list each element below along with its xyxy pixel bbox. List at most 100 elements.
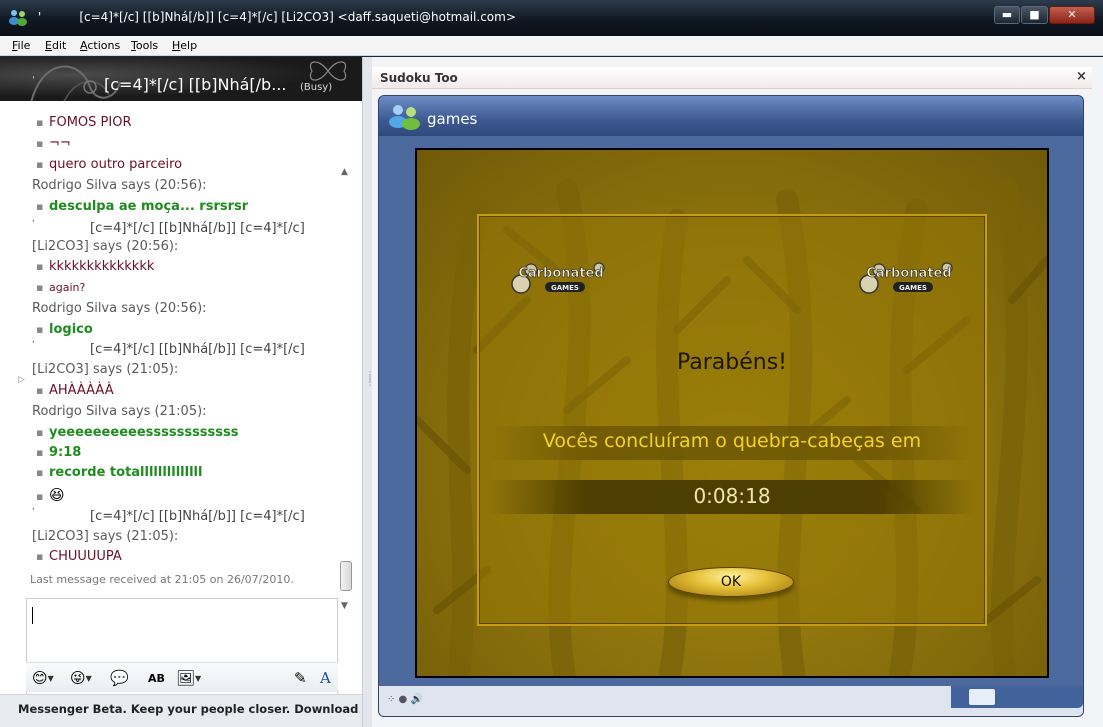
butterfly-decoration-icon	[309, 61, 347, 81]
menu-edit[interactable]: Edit	[45, 39, 66, 52]
sender-line: Rodrigo Silva says (20:56):	[32, 301, 207, 316]
contact-card-icon[interactable]	[969, 689, 995, 705]
chat-history: ▪ FOMOS PIOR ▪ ¬¬ ▪ quero outro parceiro Rodri…	[0, 115, 340, 585]
message-toolbar: 😊▼ 😜▼ 💬 AB 🖼▼ ✎ A	[26, 662, 338, 692]
contact-name: [c=4]*[/c] [[b]Nhá[/b...	[104, 75, 287, 94]
wink-icon[interactable]: 😜▼	[70, 669, 92, 687]
chat-scrollbar[interactable]: ▲ ▼	[339, 167, 353, 625]
window-title-bar[interactable]: ' [c=4]*[/c] [[b]Nhá[/b]] [c=4]*[/c] [Li2…	[0, 0, 1103, 36]
nudge-icon[interactable]: 💬	[110, 669, 129, 687]
games-bar: games	[379, 96, 1083, 136]
bullet-icon: ▪	[36, 200, 44, 213]
bullet-icon: ▪	[36, 446, 44, 459]
emoticon-icon[interactable]: 😊▼	[32, 669, 54, 687]
logo-text-top: Carbonated	[866, 266, 951, 281]
menu-help[interactable]: Help	[172, 39, 197, 52]
bullet-icon: ▪	[36, 384, 44, 397]
font-spell-icon[interactable]: AB	[148, 672, 165, 685]
message-text: desculpa ae moça... rsrsrsr	[49, 199, 249, 214]
dialog-message: Vocês concluíram o quebra-cabeças em	[542, 430, 922, 452]
ok-button[interactable]: OK	[668, 567, 794, 597]
message-text: recorde totallllllllllllll	[49, 465, 203, 480]
handwriting-icon[interactable]: ✎	[294, 669, 307, 687]
close-activity-icon[interactable]: ×	[1076, 69, 1087, 84]
window-title: ' [c=4]*[/c] [[b]Nhá[/b]] [c=4]*[/c] [Li2…	[38, 10, 516, 24]
nick-prefix: '	[32, 507, 35, 517]
scroll-thumb[interactable]	[340, 561, 352, 591]
text-caret	[32, 607, 33, 624]
chat-message: ▪ CHUUUUPA	[36, 549, 122, 567]
chat-message: ▪ kkkkkkkkkkkkkk	[36, 259, 154, 277]
menu-tools[interactable]: Tools	[131, 39, 158, 52]
dialog-title: Parabéns!	[676, 350, 787, 375]
nick-prefix: '	[32, 340, 35, 350]
bullet-icon: ▪	[36, 281, 44, 294]
games-footer: ⁘ ● 🔊	[379, 686, 1083, 716]
chat-message: ▪ logico	[36, 322, 93, 340]
completion-time: 0:08:18	[693, 484, 771, 508]
minimize-button[interactable]: ▬	[994, 6, 1020, 24]
game-area[interactable]: Carbonated GAMES Carbonated GAMES Parabé…	[415, 148, 1049, 678]
menu-actions[interactable]: Actions	[80, 39, 120, 52]
sender-line: Rodrigo Silva says (21:05):	[32, 404, 207, 419]
bullet-icon: ▪	[36, 137, 44, 150]
menu-bar: File Edit Actions Tools Help	[0, 36, 1103, 56]
logo-text-top: Carbonated	[518, 266, 603, 281]
message-text: quero outro parceiro	[49, 157, 183, 172]
footer-controls-icon[interactable]: ⁘ ● 🔊	[387, 694, 423, 705]
carbonated-games-logo-left: Carbonated GAMES	[511, 262, 605, 294]
bullet-icon: ▪	[36, 490, 44, 503]
logo-text-bottom: GAMES	[899, 284, 927, 292]
menu-file[interactable]: File	[12, 39, 30, 52]
games-bar-title: games	[427, 110, 478, 128]
bullet-icon: ▪	[36, 158, 44, 171]
message-text: logico	[49, 322, 93, 337]
font-icon[interactable]: A	[320, 669, 331, 687]
backgrounds-icon[interactable]: 🖼▼	[176, 669, 201, 687]
activity-title: Sudoku Too	[380, 71, 458, 85]
nick-text: [c=4]*[/c] [[b]Nhá[/b]] [c=4]*[/c]	[90, 221, 305, 236]
sender-line: [Li2CO3] says (21:05):	[32, 529, 179, 544]
footer-tab	[951, 686, 1083, 708]
chat-message: ▪ AHÀÀÀÀÀ	[36, 383, 114, 401]
bullet-icon: ▪	[36, 116, 44, 129]
logo-text-bottom: GAMES	[551, 284, 579, 292]
games-frame: games Carbonated GAMES Carbonated GAMES …	[378, 95, 1084, 717]
activity-header: Sudoku Too ×	[372, 67, 1092, 89]
contact-status: (Busy)	[300, 82, 333, 93]
chat-message: ▪ desculpa ae moça... rsrsrsr	[36, 199, 248, 217]
maximize-button[interactable]: ■	[1021, 6, 1048, 24]
game-background: Carbonated GAMES Carbonated GAMES Parabé…	[417, 150, 1047, 676]
smiley-emoticon-icon: 😆	[49, 486, 65, 504]
last-message-info: Last message received at 21:05 on 26/07/…	[30, 573, 294, 586]
message-text: FOMOS PIOR	[49, 115, 132, 130]
close-button[interactable]: ✕	[1049, 6, 1095, 24]
nick-text: [c=4]*[/c] [[b]Nhá[/b]] [c=4]*[/c]	[90, 509, 305, 524]
bullet-icon: ▪	[36, 426, 44, 439]
contact-banner: ' [c=4]*[/c] [[b]Nhá[/b... (Busy)	[0, 57, 362, 101]
conversation-panel: ' [c=4]*[/c] [[b]Nhá[/b... (Busy) ▪ FOMOS…	[0, 57, 393, 727]
panel-splitter[interactable]: ⋮ ⋮ ⋮	[362, 57, 374, 727]
chat-message: ▪ yeeeeeeeeeessssssssssss	[36, 425, 239, 443]
messenger-icon	[9, 10, 27, 26]
chat-message: ▪ 9:18	[36, 445, 81, 463]
scroll-down-icon[interactable]: ▼	[341, 601, 348, 611]
message-text: yeeeeeeeeeessssssssssss	[49, 425, 239, 440]
title-nick: [c=4]*[/c] [[b]Nhá[/b]] [c=4]*[/c] [Li2C…	[79, 10, 516, 24]
message-text: CHUUUUPA	[49, 549, 122, 564]
ad-bar[interactable]: Messenger Beta. Keep your people closer.…	[0, 694, 393, 727]
chat-message: ▪ again?	[36, 280, 85, 298]
bullet-icon: ▪	[36, 466, 44, 479]
nick-text: [c=4]*[/c] [[b]Nhá[/b]] [c=4]*[/c]	[90, 342, 305, 357]
scroll-up-icon[interactable]: ▲	[341, 167, 348, 177]
sender-line: [Li2CO3] says (20:56):	[32, 239, 179, 254]
collapse-arrow-icon[interactable]: ▷	[18, 375, 25, 385]
chat-message: ▪ 😆	[36, 486, 65, 504]
sender-line: Rodrigo Silva says (20:56):	[32, 178, 207, 193]
chat-message: ▪ FOMOS PIOR	[36, 115, 131, 133]
banner-prefix: '	[32, 75, 35, 86]
bullet-icon: ▪	[36, 323, 44, 336]
sender-line: [Li2CO3] says (21:05):	[32, 362, 179, 377]
bullet-icon: ▪	[36, 260, 44, 273]
ad-text[interactable]: Messenger Beta. Keep your people closer.…	[18, 702, 393, 716]
